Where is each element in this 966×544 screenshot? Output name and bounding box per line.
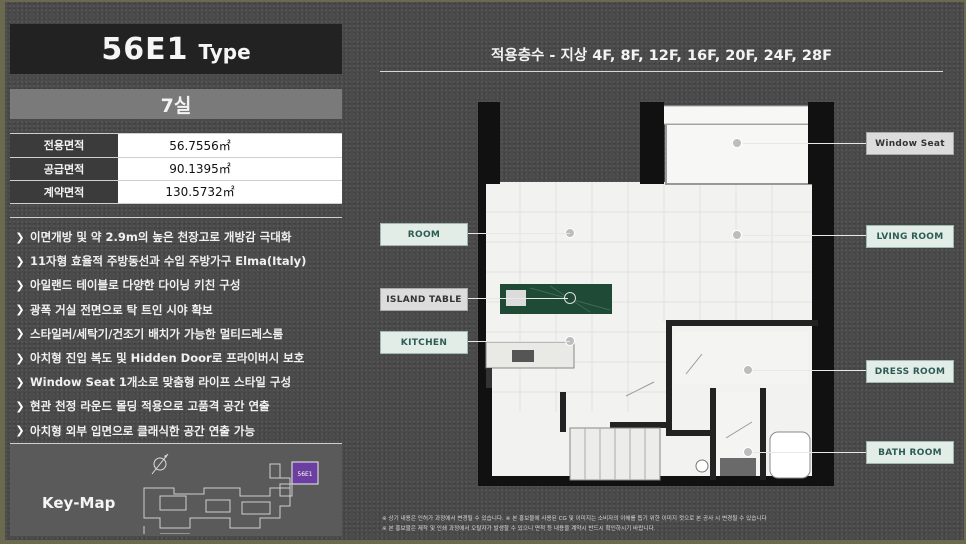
leader-line: [468, 298, 568, 299]
bathtub: [769, 431, 811, 479]
keymap-site-plan: 56E1: [143, 453, 319, 534]
leader-line: [743, 235, 866, 236]
area-row-contract: 계약면적 130.5732㎡: [10, 180, 342, 204]
feature-item: ❯ 아일랜드 테이블로 다양한 다이닝 키친 구성: [10, 273, 342, 297]
callout-dress-room: DRESS ROOM: [866, 360, 954, 383]
leader-line: [468, 341, 570, 342]
room-count-bar: 7실: [10, 89, 342, 119]
cooktop: [512, 350, 534, 362]
feature-item: ❯ 아치형 진입 복도 및 Hidden Door로 프라이버시 보호: [10, 346, 342, 370]
callout-island-table: ISLAND TABLE: [380, 288, 468, 311]
feature-item: ❯ Window Seat 1개소로 맞춤형 라이프 스타일 구성: [10, 370, 342, 394]
dress-room-floor: [674, 332, 808, 384]
area-label: 전용면적: [10, 134, 118, 158]
keymap-unit-tag: 56E1: [297, 471, 312, 478]
area-value: 56.7556㎡: [118, 134, 342, 158]
feature-list: ❯ 이면개방 및 약 2.9m의 높은 천장고로 개방감 극대화 ❯ 11자형 효율…: [10, 225, 342, 443]
leader-line: [752, 370, 866, 371]
keymap-label: Key-Map: [42, 494, 116, 512]
divider: [10, 217, 342, 218]
disclaimer-line: ※ 상기 내용은 인허가 과정에서 변경될 수 있습니다. ※ 본 홍보물에 사…: [382, 516, 767, 522]
callout-bath-room: BATH ROOM: [866, 441, 954, 464]
area-row-supply: 공급면적 90.1395㎡: [10, 157, 342, 181]
chevron-right-icon: ❯: [15, 327, 25, 341]
feature-item: ❯ 아치형 외부 입면으로 클래식한 공간 연출 가능: [10, 419, 342, 443]
type-header: 56E1 Type: [10, 24, 342, 74]
leader-line: [752, 452, 866, 453]
type-code: 56E1: [101, 31, 189, 67]
feature-item: ❯ 현관 천정 라운드 몰딩 적용으로 고품격 공간 연출: [10, 394, 342, 418]
callout-kitchen: KITCHEN: [380, 331, 468, 354]
bath-vanity: [720, 458, 756, 476]
feature-item: ❯ 이면개방 및 약 2.9m의 높은 천장고로 개방감 극대화: [10, 225, 342, 249]
applicable-floors: 적용층수 - 지상 4F, 8F, 12F, 16F, 20F, 24F, 28…: [491, 48, 832, 64]
compass-icon: [151, 453, 169, 475]
chevron-right-icon: ❯: [15, 278, 25, 292]
callout-room: ROOM: [380, 223, 468, 246]
area-label: 계약면적: [10, 180, 118, 204]
callout-window-seat: Window Seat: [866, 132, 954, 155]
area-label: 공급면적: [10, 157, 118, 181]
chevron-right-icon: ❯: [15, 424, 25, 438]
area-row-exclusive: 전용면적 56.7556㎡: [10, 134, 342, 158]
callout-living-room: LVING ROOM: [866, 225, 954, 248]
chevron-right-icon: ❯: [15, 351, 25, 365]
area-table: 전용면적 56.7556㎡ 공급면적 90.1395㎡ 계약면적 130.573…: [10, 134, 342, 204]
disclaimer-line: ※ 본 홍보물은 제작 및 인쇄 과정에서 오탈자가 발생할 수 있으니 면적 …: [382, 526, 656, 532]
window-frame: [659, 105, 823, 125]
chevron-right-icon: ❯: [15, 230, 25, 244]
window-seat: [665, 123, 817, 185]
feature-item: ❯ 광폭 거실 전면으로 탁 트인 시야 확보: [10, 298, 342, 322]
leader-line: [743, 143, 866, 144]
toilet: [695, 459, 709, 473]
feature-item: ❯ 11자형 효율적 주방동선과 수입 주방가구 Elma(Italy): [10, 249, 342, 273]
divider: [380, 71, 943, 72]
feature-item: ❯ 스타일러/세탁기/건조기 배치가 가능한 멀티드레스룸: [10, 322, 342, 346]
chevron-right-icon: ❯: [15, 254, 25, 268]
room-count: 7실: [160, 94, 192, 117]
keymap: Key-Map 56E1: [10, 444, 342, 536]
chevron-right-icon: ❯: [15, 375, 25, 389]
area-value: 90.1395㎡: [118, 157, 342, 181]
disclaimer-notes: ※ 상기 내용은 인허가 과정에서 변경될 수 있습니다. ※ 본 홍보물에 사…: [382, 514, 952, 534]
leader-line: [468, 233, 570, 234]
type-word: Type: [198, 40, 251, 64]
chevron-right-icon: ❯: [15, 303, 25, 317]
chevron-right-icon: ❯: [15, 399, 25, 413]
kitchen-cabinet: [486, 368, 492, 388]
area-value: 130.5732㎡: [118, 180, 342, 204]
floor-plan: [478, 102, 834, 486]
